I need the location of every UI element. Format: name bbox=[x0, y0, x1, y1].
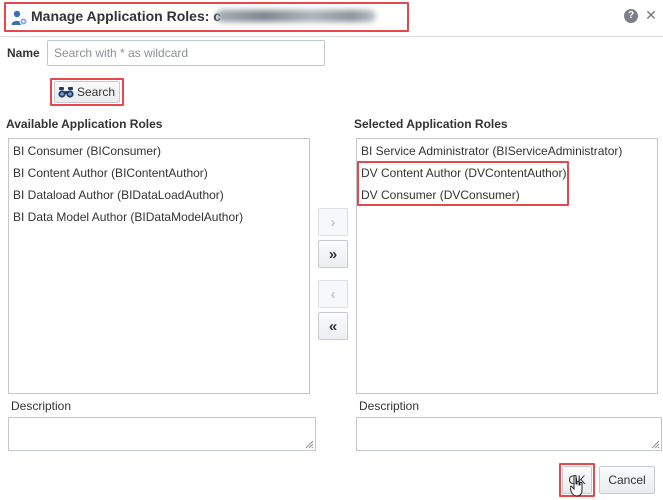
list-item[interactable]: BI Consumer (BIConsumer) bbox=[13, 144, 161, 158]
remove-button[interactable]: ‹ bbox=[318, 280, 348, 308]
move-button[interactable]: › bbox=[318, 208, 348, 236]
resize-grip-icon[interactable] bbox=[304, 439, 314, 449]
name-label: Name bbox=[7, 46, 40, 60]
available-description-label: Description bbox=[11, 399, 72, 413]
selected-description-label: Description bbox=[359, 399, 420, 413]
search-input[interactable] bbox=[47, 40, 325, 66]
list-item[interactable]: BI Dataload Author (BIDataLoadAuthor) bbox=[13, 188, 224, 202]
help-icon[interactable]: ? bbox=[624, 9, 638, 23]
selected-description-field[interactable] bbox=[356, 417, 662, 451]
title-highlight-box bbox=[4, 2, 409, 32]
binoculars-icon bbox=[58, 85, 74, 99]
close-icon[interactable]: ✕ bbox=[644, 7, 658, 23]
available-description-field[interactable] bbox=[8, 417, 316, 451]
selected-roles-heading: Selected Application Roles bbox=[354, 117, 508, 131]
selected-roles-highlight bbox=[357, 161, 569, 206]
search-button-label: Search bbox=[77, 85, 116, 99]
list-item[interactable]: BI Content Author (BIContentAuthor) bbox=[13, 166, 208, 180]
mouse-cursor-icon bbox=[569, 474, 584, 497]
available-roles-list[interactable]: BI Consumer (BIConsumer) BI Content Auth… bbox=[8, 138, 310, 394]
move-all-button[interactable]: » bbox=[318, 240, 348, 268]
cancel-button[interactable]: Cancel bbox=[599, 466, 655, 494]
list-item[interactable]: BI Service Administrator (BIServiceAdmin… bbox=[361, 144, 622, 158]
list-item[interactable]: BI Data Model Author (BIDataModelAuthor) bbox=[13, 210, 243, 224]
title-divider bbox=[0, 36, 663, 37]
resize-grip-icon[interactable] bbox=[650, 439, 660, 449]
remove-all-button[interactable]: « bbox=[318, 312, 348, 340]
available-roles-heading: Available Application Roles bbox=[6, 117, 163, 131]
search-button[interactable]: Search bbox=[54, 81, 120, 103]
